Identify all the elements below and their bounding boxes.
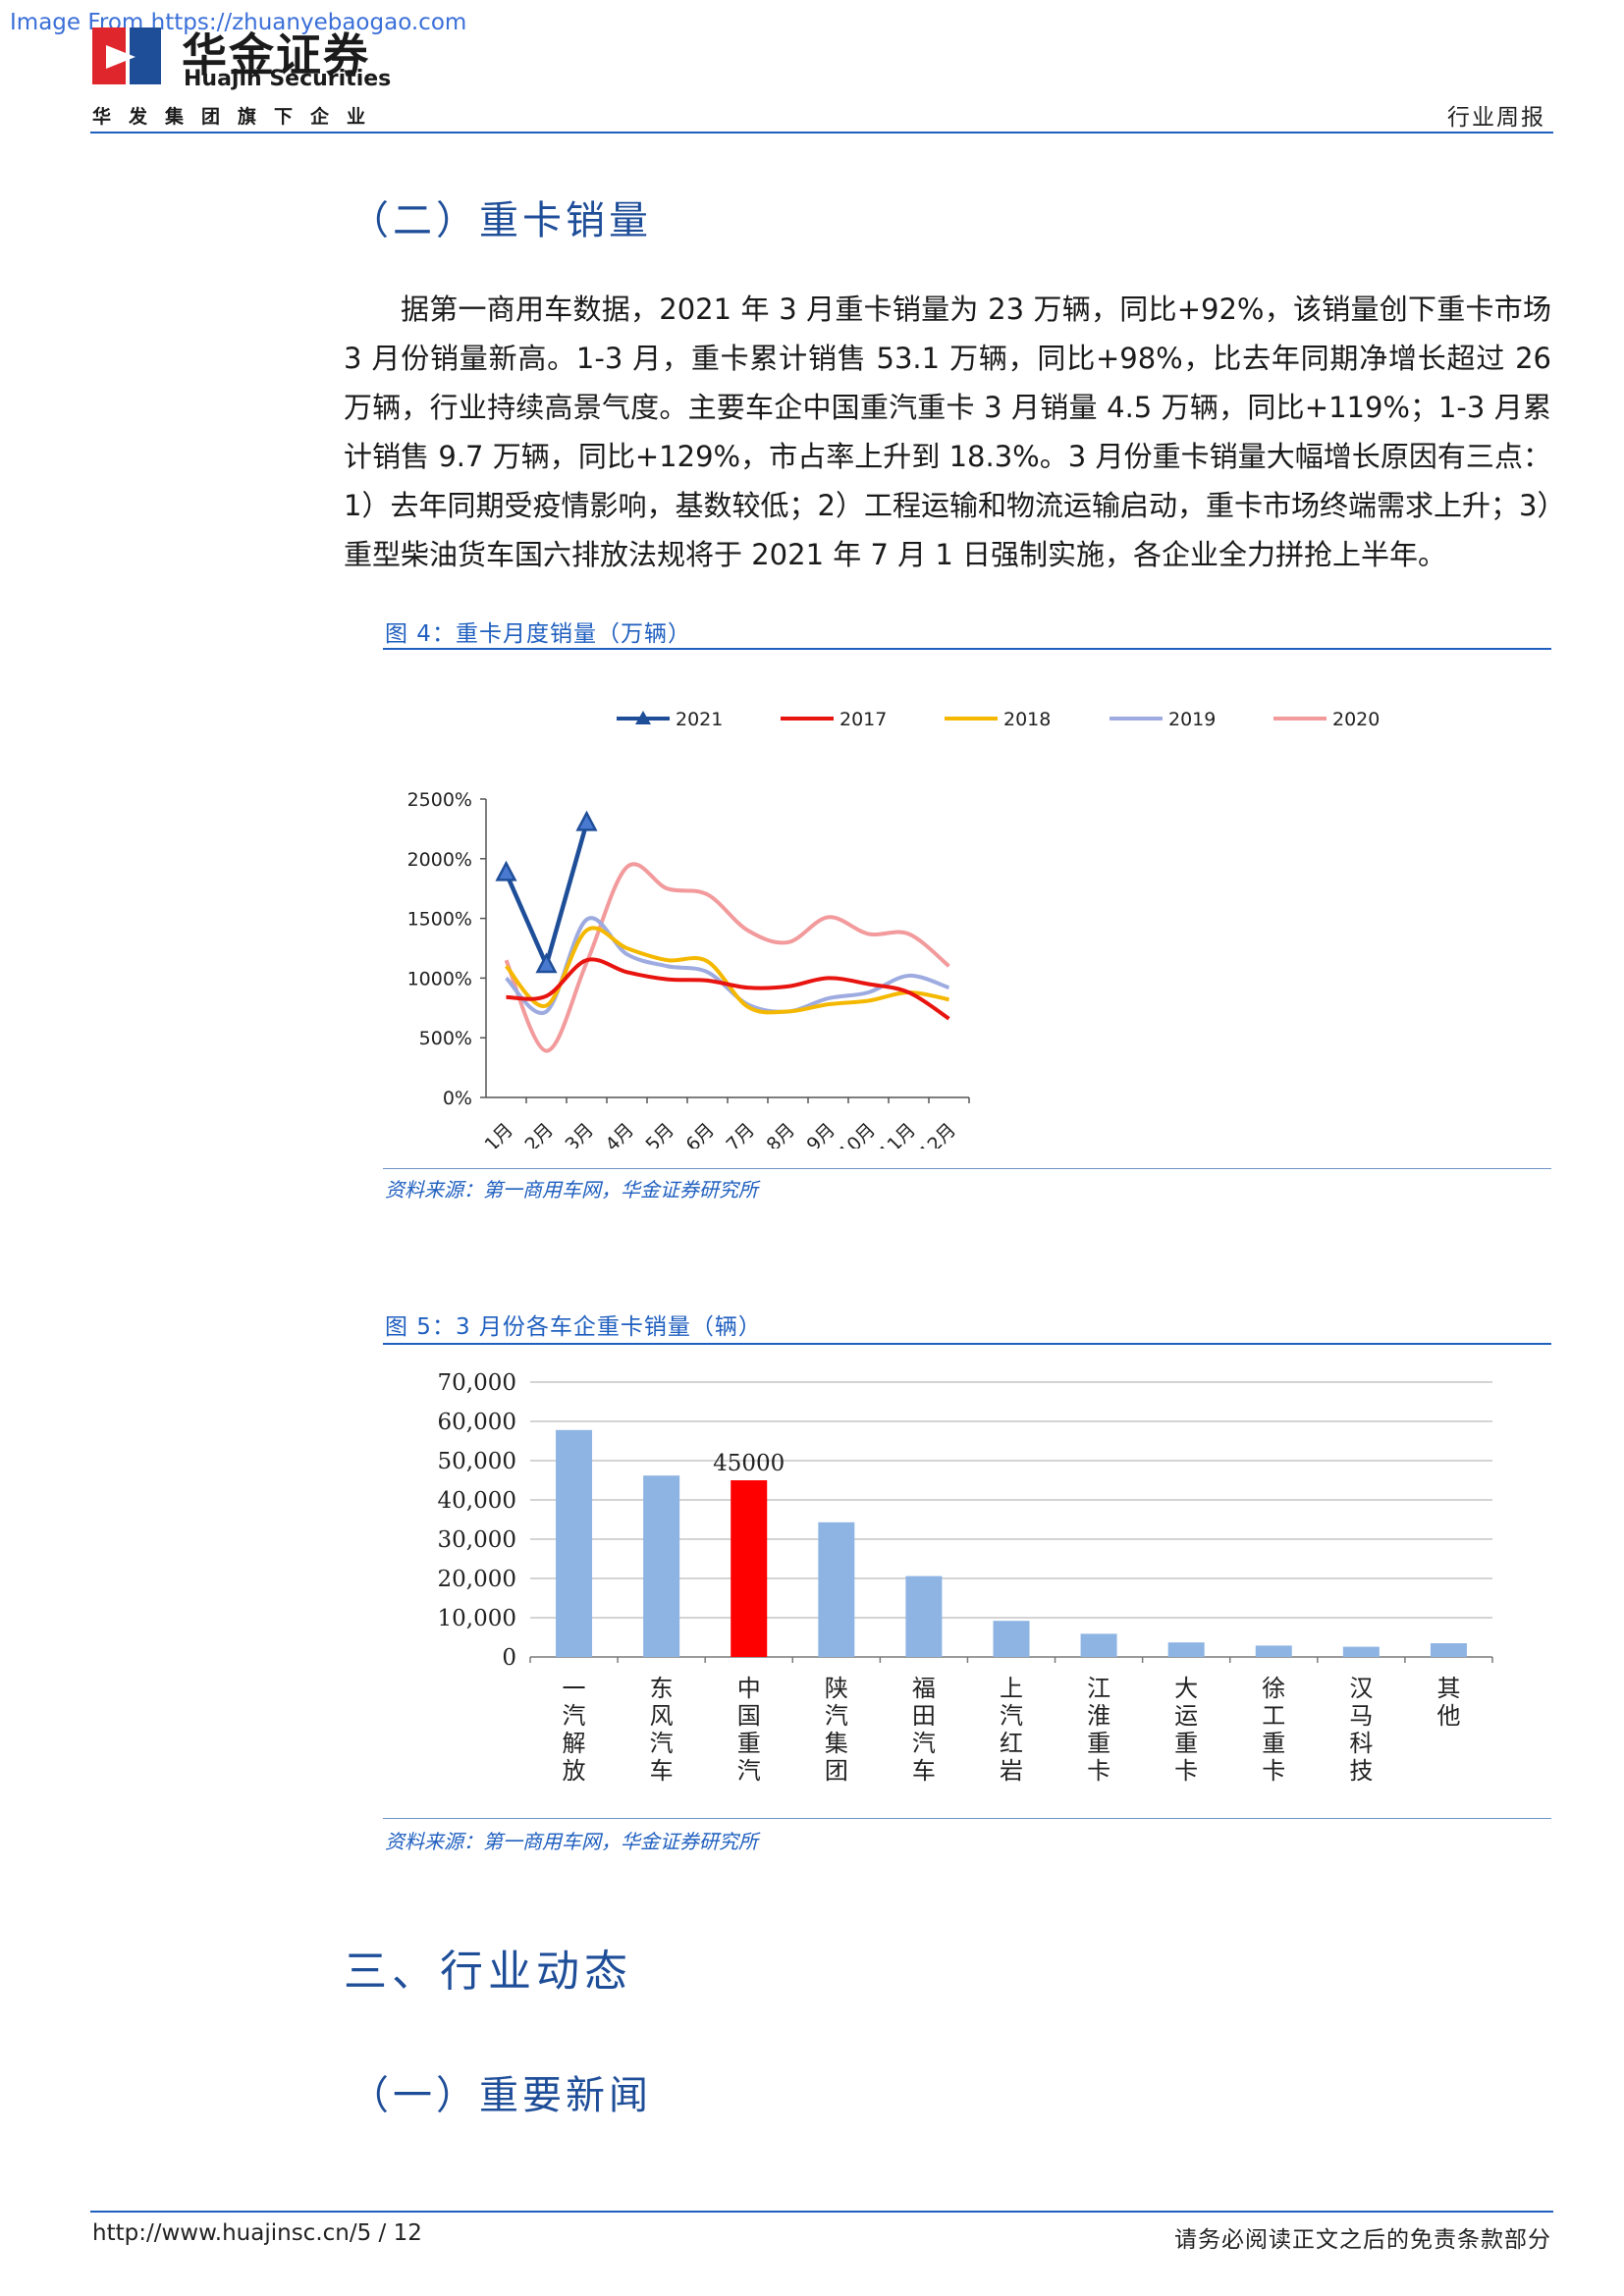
data-point-2021 [495, 860, 517, 881]
y-tick-label: 0% [443, 1088, 472, 1109]
y-tick-label: 2000% [407, 849, 472, 871]
figure-4-top-rule [383, 648, 1551, 650]
legend-label: 2017 [839, 709, 887, 730]
bar-中国重汽 [731, 1480, 768, 1657]
y-tick-label: 50,000 [438, 1449, 516, 1474]
figure-4-title: 图 4：重卡月度销量（万辆） [385, 621, 691, 647]
figure-5-bottom-rule [383, 1818, 1551, 1819]
section-heading-news: （一）重要新闻 [350, 2073, 652, 2118]
figure-5-title: 图 5：3 月份各车企重卡销量（辆） [385, 1314, 762, 1340]
x-tick-label: 大运重卡 [1174, 1675, 1198, 1785]
bar-其他 [1430, 1643, 1467, 1657]
x-tick-label: 中国重汽 [737, 1675, 761, 1785]
data-label: 45000 [713, 1451, 785, 1476]
x-tick-label: 3月 [561, 1119, 598, 1148]
x-tick-label: 8月 [762, 1119, 799, 1148]
bar-汉马科技 [1342, 1646, 1380, 1657]
bar-上汽红岩 [993, 1621, 1030, 1657]
logo-subtitle: 华发集团旗下企业 [92, 106, 384, 128]
header-divider [90, 132, 1553, 133]
data-point-2021 [575, 810, 598, 831]
bar-东风汽车 [643, 1475, 680, 1657]
figure-4-source: 资料来源：第一商用车网，华金证券研究所 [385, 1178, 758, 1201]
y-tick-label: 30,000 [438, 1527, 516, 1553]
x-tick-label: 上汽红岩 [1000, 1675, 1023, 1785]
y-tick-label: 60,000 [438, 1410, 516, 1435]
footer-divider [90, 2211, 1553, 2213]
y-tick-label: 500% [419, 1028, 472, 1049]
y-tick-label: 10,000 [438, 1606, 516, 1631]
legend-label: 2018 [1003, 709, 1051, 730]
x-tick-label: 11月 [875, 1119, 920, 1148]
x-tick-label: 4月 [601, 1119, 638, 1148]
x-tick-label: 福田汽车 [912, 1675, 936, 1785]
bar-一汽解放 [556, 1429, 593, 1657]
x-tick-label: 7月 [722, 1119, 759, 1148]
y-tick-label: 1500% [407, 909, 472, 931]
x-tick-label: 10月 [835, 1119, 880, 1148]
section-heading-heavy-truck: （二）重卡销量 [350, 198, 652, 243]
bar-徐工重卡 [1255, 1645, 1292, 1657]
x-tick-label: 东风汽车 [650, 1675, 674, 1785]
x-tick-label: 5月 [641, 1119, 678, 1148]
y-tick-label: 1000% [407, 968, 472, 989]
x-tick-label: 1月 [480, 1119, 517, 1148]
section-heading-industry: 三、行业动态 [344, 1947, 632, 1997]
x-tick-label: 陕汽集团 [825, 1675, 848, 1785]
figure-5-source: 资料来源：第一商用车网，华金证券研究所 [385, 1830, 758, 1853]
x-tick-label: 江淮重卡 [1087, 1675, 1110, 1785]
bar-chart-company-sales: 0 10,000 20,000 30,000 40,000 50,000 60,000 70,… [438, 1370, 1493, 1785]
x-tick-label: 12月 [915, 1119, 960, 1148]
legend-label: 2020 [1332, 709, 1380, 730]
y-tick-label: 70,000 [438, 1370, 516, 1396]
bar-江淮重卡 [1080, 1633, 1117, 1657]
y-tick-label: 40,000 [438, 1488, 516, 1514]
bar-陕汽集团 [818, 1522, 855, 1657]
x-tick-label: 2月 [520, 1119, 558, 1148]
data-point-2021 [535, 952, 558, 974]
body-paragraph: 据第一商用车数据，2021 年 3 月重卡销量为 23 万辆，同比+92%，该销… [344, 293, 1551, 571]
footer-url-page: http://www.huajinsc.cn/5 / 12 [92, 2220, 422, 2246]
figure-5-top-rule [383, 1343, 1551, 1345]
y-tick-label: 0 [502, 1645, 516, 1671]
bar-大运重卡 [1167, 1642, 1205, 1657]
y-tick-label: 2500% [407, 789, 472, 811]
legend-label: 2021 [676, 709, 723, 730]
report-type: 行业周报 [1447, 105, 1545, 131]
x-tick-label: 汉马科技 [1349, 1675, 1373, 1785]
logo-english-name: Huajin Securities [184, 67, 392, 91]
x-tick-label: 徐工重卡 [1262, 1675, 1285, 1785]
company-logo-icon [92, 27, 161, 84]
x-tick-label: 6月 [681, 1119, 719, 1148]
x-tick-label: 一汽解放 [563, 1675, 586, 1785]
legend-label: 2019 [1168, 709, 1216, 730]
footer-disclaimer: 请务必阅读正文之后的免责条款部分 [1174, 2227, 1551, 2253]
y-tick-label: 20,000 [438, 1567, 516, 1592]
x-tick-label: 9月 [802, 1119, 839, 1148]
bar-福田汽车 [905, 1575, 943, 1657]
x-tick-label: 其他 [1436, 1675, 1460, 1730]
figure-4-bottom-rule [383, 1168, 1551, 1169]
line-chart-monthly-sales: 0% 500% 1000% 1500% 2000% 2500% 1月 2月 3月 4月 5月 6月 7月… [407, 709, 1380, 1148]
